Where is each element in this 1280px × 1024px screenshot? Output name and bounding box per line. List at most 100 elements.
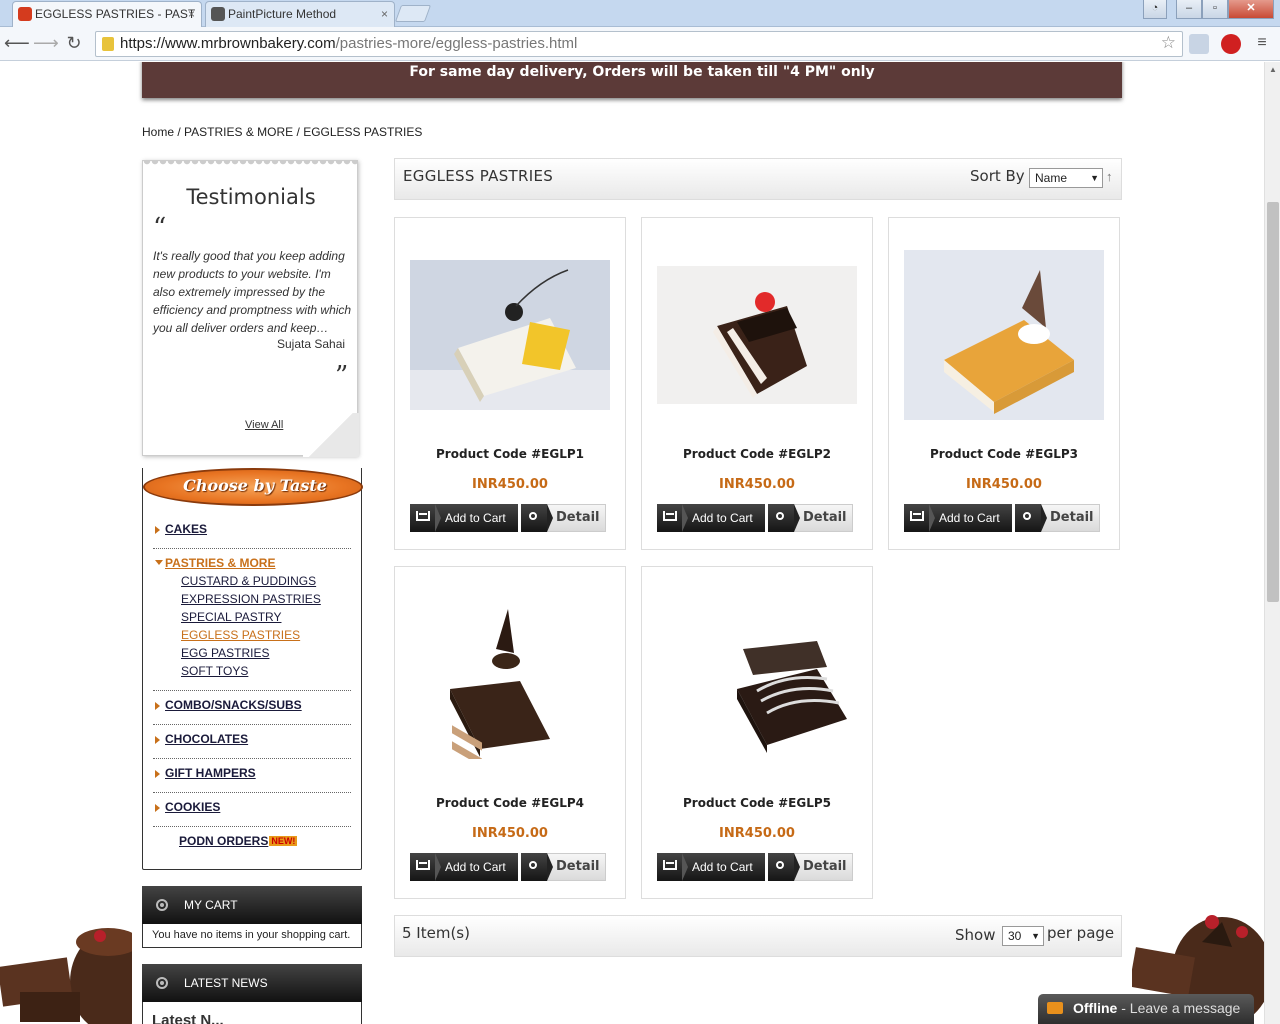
detail-icon-box [521, 504, 553, 532]
detail-label: Detail [803, 510, 847, 525]
product-code[interactable]: Product Code #EGLP5 [642, 796, 872, 810]
detail-label: Detail [803, 859, 847, 874]
profile-icon[interactable]: ◔ [1143, 0, 1167, 19]
browser-tab[interactable]: PaintPicture Method × [205, 1, 395, 27]
expand-arrow-icon [155, 770, 160, 778]
button-notch [435, 504, 441, 532]
button-notch [682, 853, 688, 881]
add-to-cart-label: Add to Cart [692, 860, 753, 874]
reload-icon[interactable]: ↻ [62, 32, 86, 56]
product-code[interactable]: Product Code #EGLP2 [642, 447, 872, 461]
divider [153, 724, 351, 725]
detail-button[interactable]: Detail [521, 853, 606, 881]
scrollbar-thumb[interactable] [1267, 202, 1279, 602]
cart-icon [663, 511, 677, 521]
cart-empty-message: You have no items in your shopping cart. [152, 929, 351, 941]
subcategory-soft-toys[interactable]: SOFT TOYS [181, 664, 248, 678]
subcategory-expression-pastries[interactable]: EXPRESSION PASTRIES [181, 592, 321, 606]
detail-button[interactable]: Detail [521, 504, 606, 532]
product-code[interactable]: Product Code #EGLP3 [889, 447, 1119, 461]
menu-icon[interactable]: ≡ [1250, 32, 1274, 56]
latest-news-header: LATEST NEWS [142, 964, 362, 1002]
detail-button[interactable]: Detail [768, 853, 853, 881]
add-to-cart-button[interactable]: Add to Cart [657, 853, 765, 881]
maximize-button[interactable]: ▫ [1202, 0, 1228, 19]
close-window-button[interactable]: ✕ [1228, 0, 1274, 19]
adblock-icon[interactable] [1221, 34, 1241, 54]
expand-arrow-icon [155, 804, 160, 812]
browser-tab-active[interactable]: EGGLESS PASTRIES - PAST × [12, 1, 202, 27]
new-tab-button[interactable] [394, 5, 432, 22]
add-to-cart-button[interactable]: Add to Cart [410, 504, 518, 532]
chevron-down-icon: ▼ [1090, 173, 1099, 183]
minimize-button[interactable]: – [1176, 0, 1202, 19]
detail-button[interactable]: Detail [768, 504, 853, 532]
category-combo-snacks-subs[interactable]: COMBO/SNACKS/SUBS [165, 698, 302, 712]
product-image[interactable] [657, 609, 857, 759]
choose-by-taste-menu: Choose by Taste CAKES PASTRIES & MORE CU… [142, 468, 363, 870]
new-badge: NEW! [269, 836, 298, 846]
bookmark-star-icon[interactable]: ☆ [1161, 33, 1176, 53]
product-image[interactable] [657, 266, 857, 404]
product-image[interactable] [904, 250, 1104, 420]
add-to-cart-button[interactable]: Add to Cart [410, 853, 518, 881]
subcategory-eggless-pastries[interactable]: EGGLESS PASTRIES [181, 628, 300, 642]
scroll-up-icon[interactable]: ▲ [1265, 62, 1280, 78]
subcategory-special-pastry[interactable]: SPECIAL PASTRY [181, 610, 281, 624]
product-price: INR450.00 [472, 477, 548, 492]
extension-icon[interactable] [1189, 34, 1209, 54]
expand-arrow-icon [155, 736, 160, 744]
breadcrumb-home[interactable]: Home [142, 125, 174, 139]
breadcrumb-category[interactable]: PASTRIES & MORE [184, 125, 293, 139]
category-gift-hampers[interactable]: GIFT HAMPERS [165, 766, 256, 780]
detail-label: Detail [1050, 510, 1094, 525]
magnifier-icon [529, 512, 537, 520]
cart-icon [416, 860, 430, 870]
product-image[interactable] [410, 609, 610, 759]
detail-button[interactable]: Detail [1015, 504, 1100, 532]
view-all-testimonials-link[interactable]: View All [245, 419, 283, 431]
cart-icon [663, 860, 677, 870]
tab-title: EGGLESS PASTRIES - PAST [35, 7, 196, 21]
product-code[interactable]: Product Code #EGLP4 [395, 796, 625, 810]
product-price: INR450.00 [719, 477, 795, 492]
per-page-select[interactable]: 30 ▼ [1002, 926, 1044, 946]
expand-arrow-icon [155, 526, 160, 534]
show-label: Show [955, 926, 996, 944]
subcategory-egg-pastries[interactable]: EGG PASTRIES [181, 646, 269, 660]
sort-direction-icon[interactable]: ↑ [1106, 169, 1113, 184]
detail-icon-box [768, 853, 800, 881]
breadcrumb-separator: / [174, 125, 185, 139]
url-host: https://www.mrbrownbakery.com [120, 35, 336, 52]
category-pastries-more[interactable]: PASTRIES & MORE [165, 556, 275, 570]
browser-toolbar: ⟵ ⟶ ↻ https://www.mrbrownbakery.com/past… [0, 27, 1280, 61]
tab-close-icon[interactable]: × [381, 2, 388, 26]
product-code[interactable]: Product Code #EGLP1 [395, 447, 625, 461]
subcategory-custard-puddings[interactable]: CUSTARD & PUDDINGS [181, 574, 316, 588]
tab-close-icon[interactable]: × [188, 2, 195, 26]
sort-by-select[interactable]: Name ▼ [1029, 168, 1103, 188]
forward-arrow-icon[interactable]: ⟶ [33, 32, 59, 56]
envelope-icon [1047, 1002, 1063, 1014]
page-scrollbar[interactable]: ▲ [1264, 62, 1280, 1024]
chat-status: Offline [1073, 1000, 1118, 1016]
sort-by-label: Sort By [970, 167, 1025, 185]
cart-icon [910, 511, 924, 521]
divider [153, 758, 351, 759]
podn-orders-link[interactable]: PODN ORDERS NEW! [179, 834, 298, 848]
category-chocolates[interactable]: CHOCOLATES [165, 732, 248, 746]
address-bar[interactable]: https://www.mrbrownbakery.com/pastries-m… [95, 31, 1183, 57]
add-to-cart-button[interactable]: Add to Cart [904, 504, 1012, 532]
decorative-cake-image [0, 928, 132, 1024]
expand-arrow-icon [155, 702, 160, 710]
product-image[interactable] [410, 260, 610, 410]
choose-by-taste-header: Choose by Taste [143, 468, 363, 506]
offline-chat-widget[interactable]: Offline - Leave a message [1038, 994, 1254, 1024]
add-to-cart-button[interactable]: Add to Cart [657, 504, 765, 532]
product-card: Product Code #EGLP5 INR450.00 Add to Car… [641, 566, 873, 899]
back-arrow-icon[interactable]: ⟵ [4, 32, 30, 56]
category-cookies[interactable]: COOKIES [165, 800, 220, 814]
category-cakes[interactable]: CAKES [165, 522, 207, 536]
latest-news-title: LATEST NEWS [184, 976, 268, 990]
divider [153, 826, 351, 827]
